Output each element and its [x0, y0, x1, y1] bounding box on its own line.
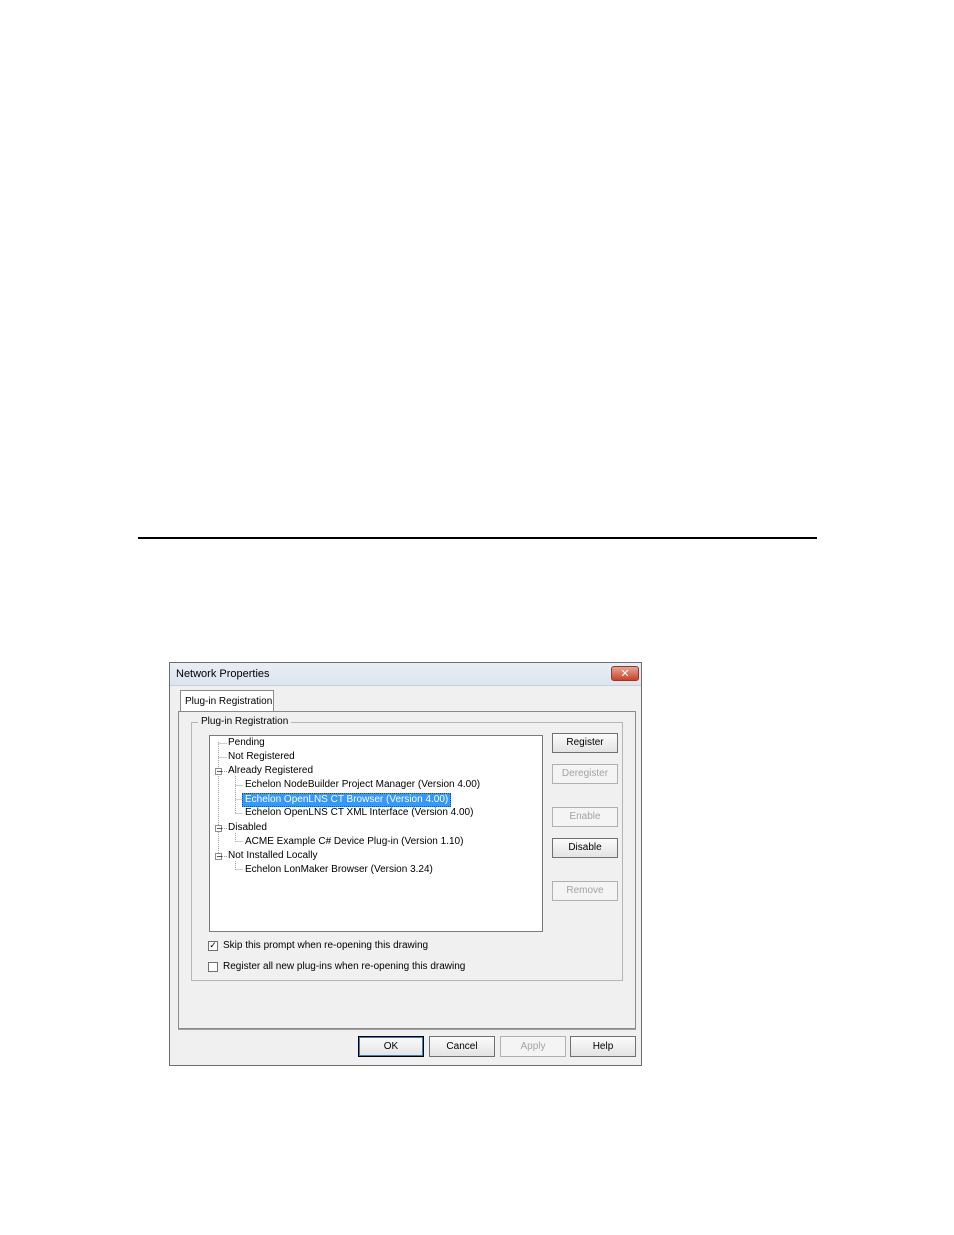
tree-node-nodebuilder-project-manager[interactable]: Echelon NodeBuilder Project Manager (Ver… [245, 779, 480, 791]
footer-separator [178, 1029, 636, 1030]
window-title: Network Properties [176, 668, 270, 680]
enable-button[interactable]: Enable [552, 807, 618, 827]
apply-button[interactable]: Apply [500, 1036, 566, 1057]
skip-prompt-label: Skip this prompt when re-opening this dr… [223, 940, 429, 951]
register-all-checkbox[interactable] [208, 961, 218, 972]
collapse-icon[interactable]: − [215, 825, 223, 833]
collapse-icon[interactable]: − [215, 853, 223, 861]
register-all-label: Register all new plug-ins when re-openin… [223, 961, 466, 972]
close-icon: ✕ [620, 667, 630, 680]
network-properties-dialog: Network Properties ✕ Plug-in Registratio… [169, 662, 642, 1066]
tab-plug-in-registration[interactable]: Plug-in Registration [180, 690, 274, 712]
group-label: Plug-in Registration [198, 716, 292, 727]
skip-prompt-checkbox[interactable]: ✓ [208, 940, 218, 951]
tree-node-not-registered[interactable]: Not Registered [228, 751, 295, 763]
tab-panel: Plug-in Registration Pending Not Registe… [178, 711, 636, 1029]
plug-in-registration-group: Plug-in Registration Pending Not Registe… [191, 716, 623, 981]
title-bar[interactable]: Network Properties ✕ [170, 663, 641, 686]
tree-node-openlns-ct-browser[interactable]: Echelon OpenLNS CT Browser (Version 4.00… [242, 793, 452, 807]
remove-button[interactable]: Remove [552, 881, 618, 901]
tree-node-acme-example-plug-in[interactable]: ACME Example C# Device Plug-in (Version … [245, 836, 463, 848]
help-button[interactable]: Help [570, 1036, 636, 1057]
register-all-option[interactable]: Register all new plug-ins when re-openin… [208, 961, 465, 972]
disable-button[interactable]: Disable [552, 838, 618, 858]
collapse-icon[interactable]: − [215, 768, 223, 776]
tree-node-openlns-ct-xml-interface[interactable]: Echelon OpenLNS CT XML Interface (Versio… [245, 807, 473, 819]
tree-node-pending[interactable]: Pending [228, 737, 265, 749]
tree-node-already-registered[interactable]: Already Registered [228, 765, 313, 777]
cancel-button[interactable]: Cancel [429, 1036, 495, 1057]
skip-prompt-option[interactable]: ✓ Skip this prompt when re-opening this … [208, 940, 428, 951]
tree-node-disabled[interactable]: Disabled [228, 822, 267, 834]
ok-button[interactable]: OK [358, 1036, 424, 1057]
plug-in-tree[interactable]: Pending Not Registered − Already Registe… [209, 735, 543, 932]
register-button[interactable]: Register [552, 733, 618, 753]
close-button[interactable]: ✕ [611, 666, 639, 681]
document-horizontal-rule [138, 537, 817, 539]
tree-node-not-installed-locally[interactable]: Not Installed Locally [228, 850, 318, 862]
deregister-button[interactable]: Deregister [552, 764, 618, 784]
tree-node-lonmaker-browser[interactable]: Echelon LonMaker Browser (Version 3.24) [245, 864, 433, 876]
